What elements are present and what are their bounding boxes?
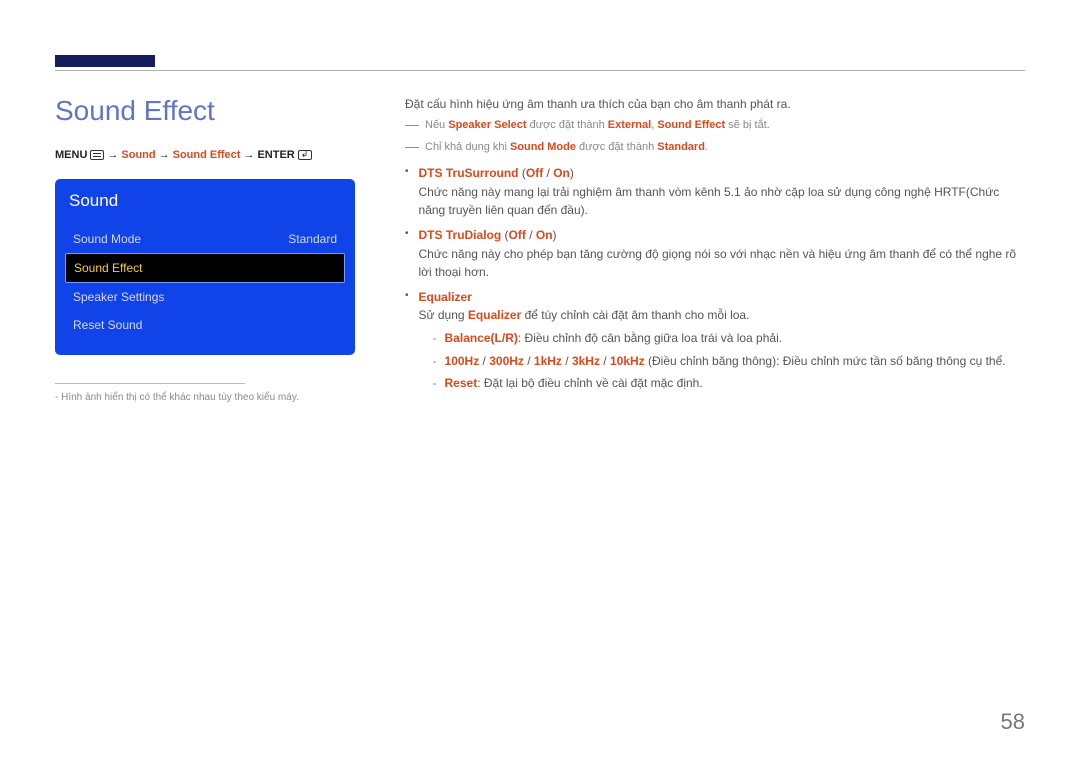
arrow-icon: → — [243, 149, 254, 161]
footnote-separator — [55, 383, 245, 384]
osd-panel: Sound Sound Mode Standard Sound Effect S… — [55, 179, 355, 355]
enter-icon — [298, 150, 312, 160]
page-title: Sound Effect — [55, 95, 365, 127]
condition-line-1: ― Nếu Speaker Select được đặt thành Exte… — [405, 117, 1025, 135]
sub-reset: - Reset: Đặt lại bộ điều chỉnh về cài đặ… — [433, 374, 1025, 393]
bullet-trusurround: • DTS TruSurround (Off / On) Chức năng n… — [405, 164, 1025, 220]
text: : Điều chỉnh độ cân bằng giữa loa trái v… — [518, 331, 782, 345]
text: (Điều chỉnh băng thông): Điều chỉnh mức … — [645, 354, 1006, 368]
text: / — [526, 228, 536, 242]
footnote-text: Hình ảnh hiển thị có thể khác nhau tùy t… — [61, 392, 299, 403]
bullet-mark-icon: • — [405, 288, 409, 393]
breadcrumb-seg-sound: Sound — [121, 149, 155, 161]
header-accent — [55, 55, 155, 67]
text: ) — [570, 166, 574, 180]
osd-title: Sound — [65, 191, 345, 211]
text: . — [705, 141, 708, 153]
osd-item-speaker-settings[interactable]: Speaker Settings — [65, 283, 345, 311]
freq-1khz: 1kHz — [534, 354, 562, 368]
arrow-icon: → — [159, 149, 170, 161]
breadcrumb: MENU → Sound → Sound Effect → ENTER — [55, 149, 365, 161]
feature-name: DTS TruDialog — [419, 228, 502, 242]
content-column: Đặt cấu hình hiệu ứng âm thanh ưa thích … — [405, 95, 1025, 403]
text: ( — [519, 166, 526, 180]
text: Sử dụng — [419, 308, 468, 322]
bullet-mark-icon: • — [405, 164, 409, 220]
bullet-mark-icon: • — [405, 226, 409, 282]
term-equalizer: Equalizer — [468, 308, 521, 322]
text: để tùy chỉnh cài đặt âm thanh cho mỗi lo… — [521, 308, 749, 322]
osd-item-label: Speaker Settings — [73, 290, 164, 304]
text: sẽ bị tắt. — [725, 119, 770, 131]
text: Chỉ khả dụng khi — [425, 141, 510, 153]
text: : Đặt lại bộ điều chỉnh về cài đặt mặc đ… — [477, 376, 702, 390]
osd-item-label: Reset Sound — [73, 318, 142, 332]
dash-icon: - — [433, 374, 437, 393]
dash-icon: ― — [405, 139, 419, 154]
option-on: On — [553, 166, 570, 180]
term-balance: Balance(L/R) — [445, 331, 518, 345]
page-number: 58 — [1001, 709, 1025, 735]
breadcrumb-seg-soundeffect: Sound Effect — [173, 149, 241, 161]
feature-name: DTS TruSurround — [419, 166, 519, 180]
term-reset: Reset — [445, 376, 478, 390]
term-sound-effect: Sound Effect — [657, 119, 725, 131]
text: ( — [501, 228, 508, 242]
term-external: External — [608, 119, 651, 131]
text: / — [600, 354, 610, 368]
freq-3khz: 3kHz — [572, 354, 600, 368]
osd-item-label: Sound Effect — [74, 261, 143, 275]
feature-desc: Chức năng này mang lại trải nghiệm âm th… — [419, 183, 1025, 220]
osd-item-reset-sound[interactable]: Reset Sound — [65, 311, 345, 339]
freq-300hz: 300Hz — [489, 354, 524, 368]
sub-balance: - Balance(L/R): Điều chỉnh độ cân bằng g… — [433, 329, 1025, 348]
term-standard: Standard — [657, 141, 705, 153]
feature-name: Equalizer — [419, 290, 472, 304]
option-on: On — [536, 228, 553, 242]
text: / — [562, 354, 572, 368]
arrow-icon: → — [107, 149, 118, 161]
text: được đặt thành — [527, 119, 608, 131]
text: / — [543, 166, 553, 180]
intro-text: Đặt cấu hình hiệu ứng âm thanh ưa thích … — [405, 95, 1025, 113]
dash-icon: - — [433, 352, 437, 371]
dash-icon: - — [433, 329, 437, 348]
bullet-trudialog: • DTS TruDialog (Off / On) Chức năng này… — [405, 226, 1025, 282]
condition-line-2: ― Chỉ khả dụng khi Sound Mode được đặt t… — [405, 139, 1025, 157]
osd-item-value: Standard — [288, 232, 337, 246]
sub-frequencies: - 100Hz / 300Hz / 1kHz / 3kHz / 10kHz (Đ… — [433, 352, 1025, 371]
osd-item-sound-effect[interactable]: Sound Effect — [65, 253, 345, 283]
dash-icon: ― — [405, 117, 419, 132]
menu-icon — [90, 150, 104, 160]
text: / — [524, 354, 534, 368]
option-off: Off — [509, 228, 526, 242]
breadcrumb-enter: ENTER — [257, 149, 294, 161]
header-rule — [55, 70, 1025, 71]
term-sound-mode: Sound Mode — [510, 141, 576, 153]
freq-100hz: 100Hz — [445, 354, 480, 368]
text: được đặt thành — [576, 141, 657, 153]
bullet-equalizer: • Equalizer Sử dụng Equalizer để tùy chỉ… — [405, 288, 1025, 393]
footnote: - Hình ảnh hiển thị có thể khác nhau tùy… — [55, 392, 365, 403]
breadcrumb-menu: MENU — [55, 149, 87, 161]
term-speaker-select: Speaker Select — [448, 119, 526, 131]
text: ) — [553, 228, 557, 242]
option-off: Off — [526, 166, 543, 180]
text: / — [479, 354, 489, 368]
osd-item-sound-mode[interactable]: Sound Mode Standard — [65, 225, 345, 253]
freq-10khz: 10kHz — [610, 354, 645, 368]
feature-desc: Chức năng này cho phép bạn tăng cường độ… — [419, 245, 1025, 282]
osd-item-label: Sound Mode — [73, 232, 141, 246]
text: Nếu — [425, 119, 448, 131]
